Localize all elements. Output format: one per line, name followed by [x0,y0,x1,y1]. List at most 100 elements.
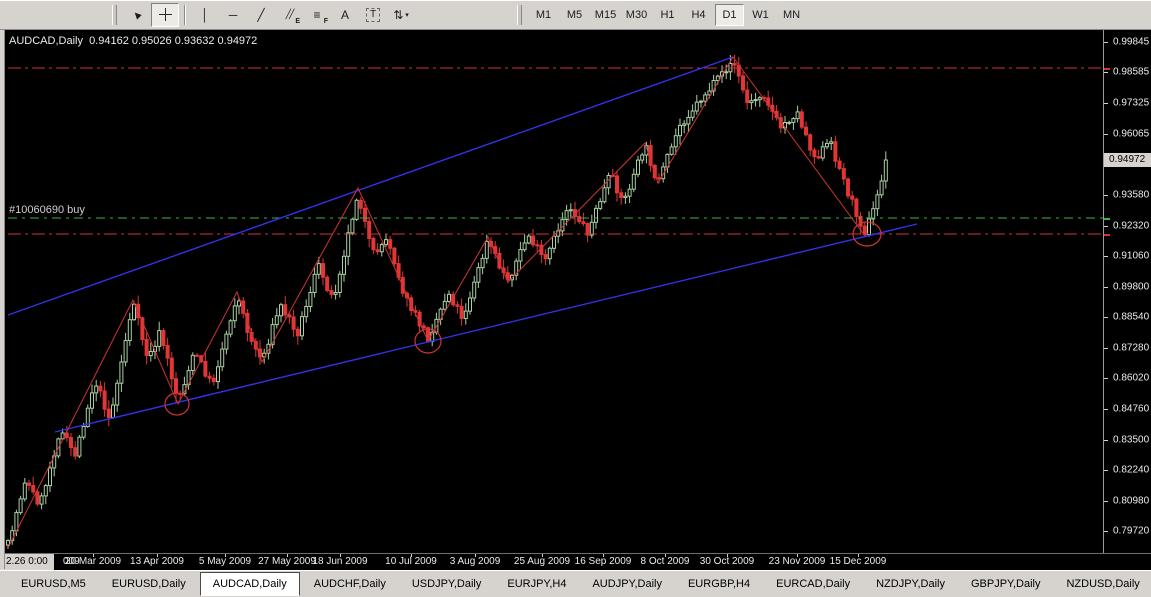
vertical-line-tool[interactable]: │ [191,3,219,27]
tab-usdjpy-daily[interactable]: USDJPY,Daily [400,574,494,594]
price-tick-label: 0.83500 [1113,435,1149,446]
tab-eurgbp-h4[interactable]: EURGBP,H4 [676,574,762,594]
timeframe-m15-button[interactable]: M15 [591,4,620,26]
price-tick-label: 0.99845 [1113,37,1149,48]
tab-gbpjpy-daily[interactable]: GBPJPY,Daily [959,574,1053,594]
cursor-tool-icon: ► [129,7,144,22]
cursor-tool[interactable]: ► [123,3,151,27]
price-tick [1104,440,1108,441]
date-tick-label: 13 Apr 2009 [130,556,184,567]
crosshair-time-badge: 2.26 0:00 [0,554,54,570]
drawing-tools-group: ►│─╱╱╱E≡FAT⇅▾ [110,2,415,27]
equidistant-channel-tool[interactable]: ╱╱E [275,3,303,27]
price-tick-label: 0.89800 [1113,282,1149,293]
tab-eurusd-daily[interactable]: EURUSD,Daily [100,574,198,594]
price-tick-label: 0.79720 [1113,526,1149,537]
price-tick [1104,501,1108,502]
date-tick-label: 25 Aug 2009 [514,556,570,567]
chart-tab-bar: EURUSD,M5EURUSD,DailyAUDCAD,DailyAUDCHF,… [0,571,1151,597]
vertical-line-tool-icon: │ [201,9,209,21]
toolbar-grip[interactable] [517,5,522,25]
date-tick-label: 16 Sep 2009 [575,556,632,567]
date-tick-label: 3 Aug 2009 [450,556,501,567]
order-level-marker [1104,68,1110,70]
toolbar-grip[interactable] [112,5,117,25]
equidistant-channel-tool-icon: ╱╱ [286,10,293,19]
toolbar-separator [184,5,186,25]
timeframe-group: M1M5M15M30H1H4D1W1MN [515,2,807,27]
text-label-tool-icon: T [366,8,380,22]
date-tick-label: 27 May 2009 [258,556,316,567]
order-level-marker [1104,218,1110,220]
price-tick [1104,317,1108,318]
price-tick [1104,409,1108,410]
horizontal-line-tool-icon: ─ [229,9,238,21]
date-tick-label: 8 Oct 2009 [641,556,690,567]
price-tick-label: 0.86020 [1113,373,1149,384]
price-tick [1104,531,1108,532]
timeframe-m30-button[interactable]: M30 [622,4,651,26]
price-axis[interactable]: 0.94972 0.998450.985850.973250.960650.93… [1103,30,1151,553]
price-tick-label: 0.92320 [1113,221,1149,232]
timeframe-h4-button[interactable]: H4 [684,4,713,26]
horizontal-line-tool[interactable]: ─ [219,3,247,27]
arrows-tool[interactable]: ⇅▾ [387,3,415,27]
date-tick-label: 20 Mar 2009 [65,556,121,567]
price-tick-label: 0.88540 [1113,312,1149,323]
fibonacci-tool-letter: F [324,18,328,25]
trendline-tool[interactable]: ╱ [247,3,275,27]
tab-audjpy-daily[interactable]: AUDJPY,Daily [580,574,674,594]
date-axis[interactable]: 2.26 0:00 009 20 Mar 200913 Apr 20095 Ma… [0,553,1151,570]
price-tick-label: 0.87280 [1113,343,1149,354]
text-tool-icon: A [341,9,349,21]
toolbar: ►│─╱╱╱E≡FAT⇅▾ M1M5M15M30H1H4D1W1MN [0,0,1151,30]
price-tick [1104,470,1108,471]
price-tick [1104,256,1108,257]
chart-canvas[interactable] [0,30,1151,553]
price-tick [1104,42,1108,43]
date-tick-label: 15 Dec 2009 [830,556,887,567]
price-tick [1104,72,1108,73]
price-tick [1104,378,1108,379]
chart-window: AUDCAD,Daily 0.94162 0.95026 0.93632 0.9… [0,30,1151,553]
text-label-tool[interactable]: T [359,3,387,27]
date-tick-label: 30 Oct 2009 [700,556,754,567]
tab-audchf-daily[interactable]: AUDCHF,Daily [302,574,398,594]
tab-audcad-daily[interactable]: AUDCAD,Daily [200,572,300,596]
price-tick-label: 0.96065 [1113,129,1149,140]
price-tick-label: 0.93580 [1113,190,1149,201]
price-tick [1104,287,1108,288]
window-left-frame [0,30,5,569]
date-tick-label: 5 May 2009 [199,556,251,567]
text-tool[interactable]: A [331,3,359,27]
date-tick-label: 10 Jul 2009 [385,556,437,567]
price-tick-label: 0.97325 [1113,98,1149,109]
arrows-tool-icon: ⇅ [393,9,403,21]
current-price-badge: 0.94972 [1104,153,1151,167]
tab-nzdjpy-daily[interactable]: NZDJPY,Daily [864,574,957,594]
tab-nzdusd-daily[interactable]: NZDUSD,Daily [1054,574,1151,594]
chevron-down-icon: ▾ [405,11,409,19]
timeframe-mn-button[interactable]: MN [777,4,806,26]
fibonacci-tool[interactable]: ≡F [303,3,331,27]
crosshair-tool[interactable] [151,3,179,27]
equidistant-channel-tool-letter: E [295,18,300,25]
timeframe-w1-button[interactable]: W1 [746,4,775,26]
tab-eurusd-m5[interactable]: EURUSD,M5 [9,574,98,594]
price-tick [1104,195,1108,196]
tab-eurjpy-h4[interactable]: EURJPY,H4 [495,574,578,594]
timeframe-m5-button[interactable]: M5 [560,4,589,26]
price-tick-label: 0.80980 [1113,496,1149,507]
timeframe-h1-button[interactable]: H1 [653,4,682,26]
crosshair-tool-icon [159,8,172,21]
timeframe-d1-button[interactable]: D1 [715,4,744,26]
trendline-tool-icon: ╱ [257,9,264,21]
timeframe-m1-button[interactable]: M1 [529,4,558,26]
price-tick [1104,134,1108,135]
fibonacci-tool-icon: ≡ [313,9,320,21]
chart-ohlc-readout: AUDCAD,Daily 0.94162 0.95026 0.93632 0.9… [9,35,257,47]
date-tick-label: 23 Nov 2009 [769,556,826,567]
price-tick [1104,348,1108,349]
price-tick [1104,226,1108,227]
tab-eurcad-daily[interactable]: EURCAD,Daily [764,574,862,594]
